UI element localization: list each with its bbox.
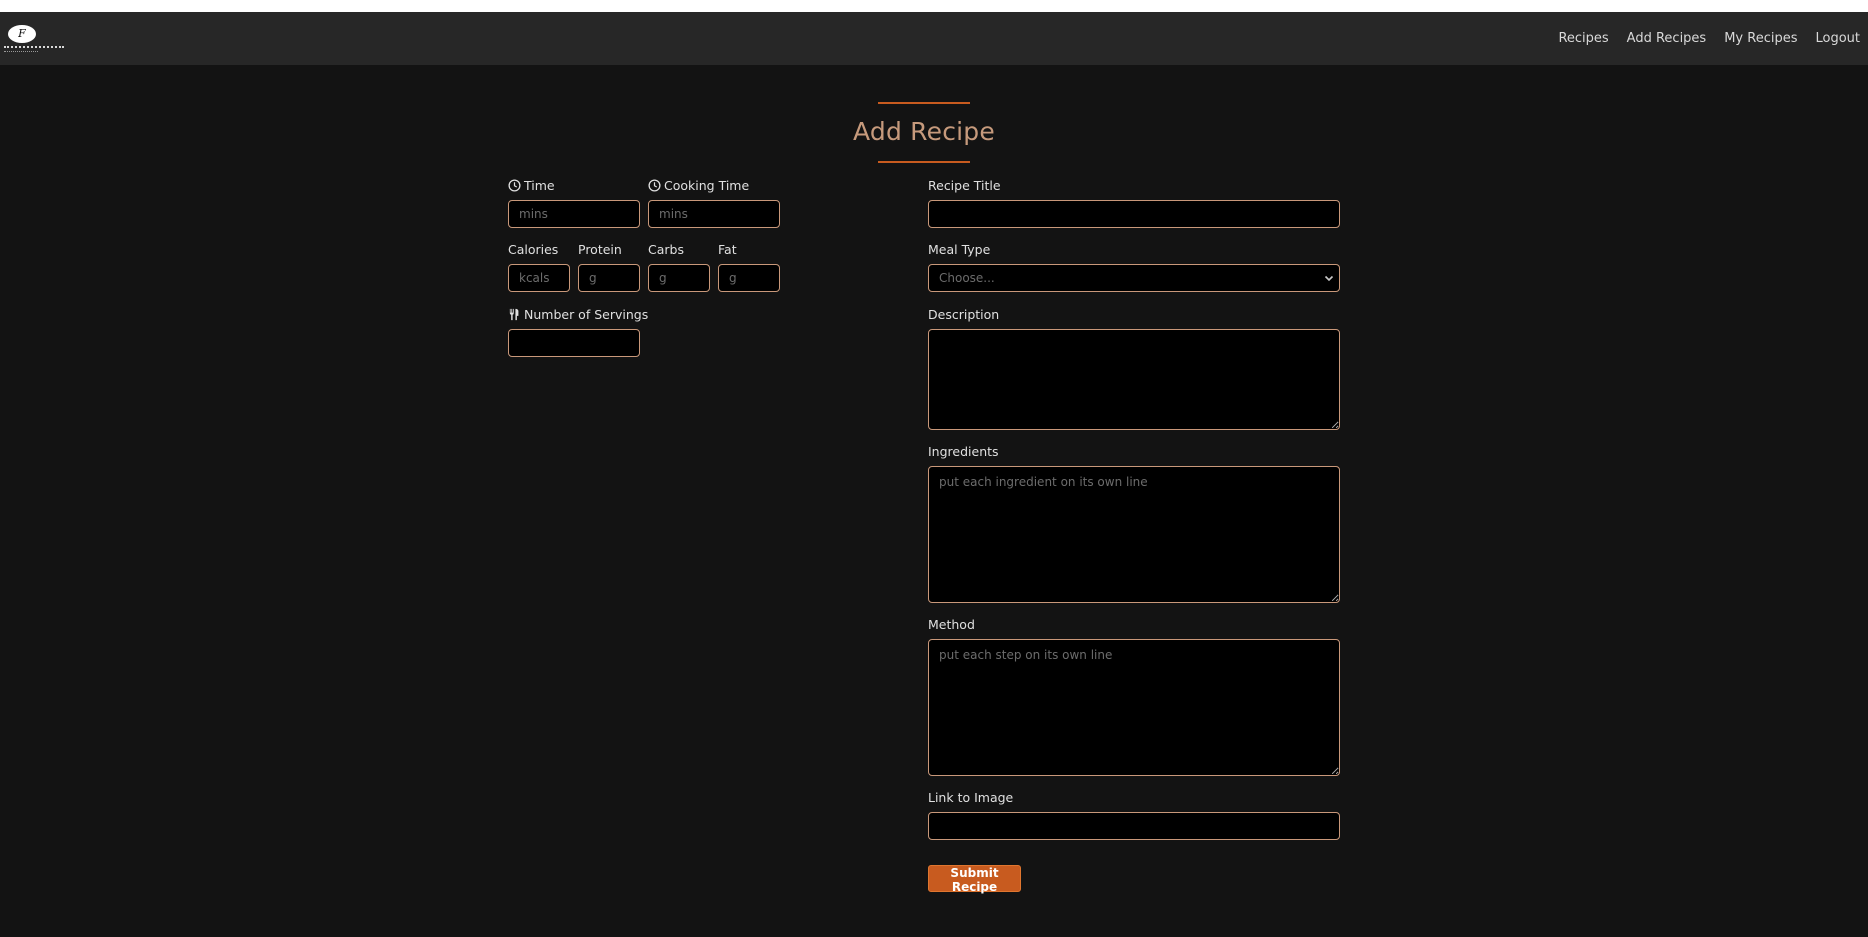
ingredients-label: Ingredients: [928, 444, 999, 459]
protein-label: Protein: [578, 242, 622, 257]
carbs-label: Carbs: [648, 242, 684, 257]
clock-icon: [648, 179, 661, 192]
carbs-input[interactable]: [648, 264, 710, 292]
nav-links: Recipes Add Recipes My Recipes Logout: [1540, 12, 1860, 65]
nav-link-logout[interactable]: Logout: [1815, 31, 1860, 46]
recipe-title-input[interactable]: [928, 200, 1340, 228]
calories-label: Calories: [508, 242, 559, 257]
time-label-text: Time: [524, 178, 555, 193]
recipe-title-label: Recipe Title: [928, 178, 1001, 193]
submit-recipe-button[interactable]: Submit Recipe: [928, 865, 1021, 894]
nav-link-my-recipes[interactable]: My Recipes: [1724, 31, 1797, 46]
cooking-time-label-text: Cooking Time: [664, 178, 750, 193]
description-label: Description: [928, 307, 1000, 322]
image-link-input[interactable]: [928, 812, 1340, 840]
image-link-label: Link to Image: [928, 790, 1014, 805]
time-input[interactable]: [508, 200, 640, 228]
description-textarea[interactable]: [928, 329, 1340, 430]
servings-input[interactable]: [508, 329, 640, 357]
navbar: F Recipes Add Recipes My Recipes Logout: [0, 12, 1868, 65]
servings-label-text: Number of Servings: [524, 307, 649, 322]
logo-wordmark: [4, 46, 64, 48]
method-textarea[interactable]: [928, 639, 1340, 776]
title-divider-top: [878, 102, 970, 104]
meal-type-select[interactable]: Choose...: [928, 264, 1340, 292]
calories-input[interactable]: [508, 264, 570, 292]
page-header: Add Recipe: [0, 102, 1848, 163]
cooking-time-input[interactable]: [648, 200, 780, 228]
servings-label: Number of Servings: [508, 307, 648, 322]
meal-type-label: Meal Type: [928, 242, 991, 257]
browser-top-strip: [0, 0, 1868, 12]
method-label: Method: [928, 617, 975, 632]
nav-link-add-recipes[interactable]: Add Recipes: [1627, 31, 1707, 46]
fat-input[interactable]: [718, 264, 780, 292]
utensils-icon: [509, 308, 519, 321]
protein-input[interactable]: [578, 264, 640, 292]
site-logo[interactable]: F: [4, 23, 64, 57]
clock-icon: [508, 179, 521, 192]
nav-link-recipes[interactable]: Recipes: [1558, 31, 1608, 46]
ingredients-textarea[interactable]: [928, 466, 1340, 603]
time-label: Time: [508, 178, 555, 193]
cooking-time-label: Cooking Time: [648, 178, 749, 193]
fat-label: Fat: [718, 242, 737, 257]
logo-tagline: [4, 51, 38, 52]
chevron-down-icon: [1324, 275, 1334, 282]
title-divider-bottom: [878, 161, 970, 163]
logo-mark: F: [8, 25, 36, 43]
page-title: Add Recipe: [853, 117, 995, 146]
